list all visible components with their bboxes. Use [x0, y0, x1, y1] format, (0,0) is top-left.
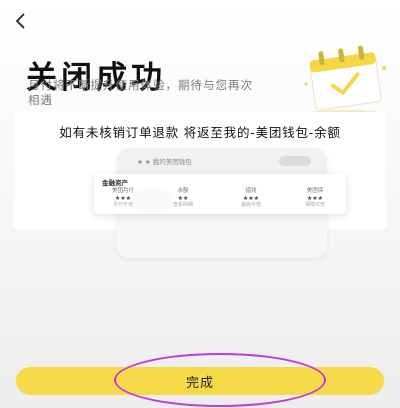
asset-sub: 月付可用	[112, 202, 133, 208]
asset-column: 借钱 ★★★ 最高可借	[226, 188, 276, 209]
asset-sub: 最高可借	[240, 202, 261, 208]
asset-label: 美团月付	[111, 188, 134, 194]
financial-assets-panel: 金融资产 美团月付 ★★★ 月付可用 余额 ★★ 查看明细 借钱 ★★★ 最高可…	[94, 174, 346, 214]
refund-notice-text: 如有未核销订单退款 将返至我的-美团钱包-余额	[59, 125, 341, 140]
asset-value: ★★★	[242, 195, 260, 202]
asset-label: 借钱	[245, 188, 257, 194]
refund-notice-card: 如有未核销订单退款 将返至我的-美团钱包-余额 ★ ★ 我的美团钱包 金融资产 …	[14, 112, 386, 258]
asset-column: 美团保 ★★★ 保障可查	[290, 188, 340, 209]
asset-label: 美团保	[306, 188, 324, 194]
asset-value: ★★★	[306, 195, 324, 202]
asset-column: 美团月付 ★★★ 月付可用	[98, 188, 148, 209]
back-button[interactable]	[10, 10, 32, 32]
page-subtitle: 月付将不断提升使用体验，期待与您再次相遇	[28, 78, 253, 107]
asset-sub: 查看明细	[172, 202, 193, 208]
asset-value: ★★	[177, 195, 189, 202]
asset-value: ★★★	[114, 195, 132, 202]
asset-sub: 保障可查	[304, 202, 325, 208]
asset-column: 余额 ★★ 查看明细	[158, 188, 208, 209]
chevron-left-icon	[15, 13, 25, 29]
done-button[interactable]: 完成	[16, 367, 384, 395]
calendar-check-icon	[296, 38, 396, 120]
assets-title: 金融资产	[102, 179, 128, 187]
phone-title: ★ ★ 我的美团钱包	[137, 158, 192, 166]
asset-label: 余额	[177, 188, 189, 194]
phone-pill	[279, 156, 311, 166]
